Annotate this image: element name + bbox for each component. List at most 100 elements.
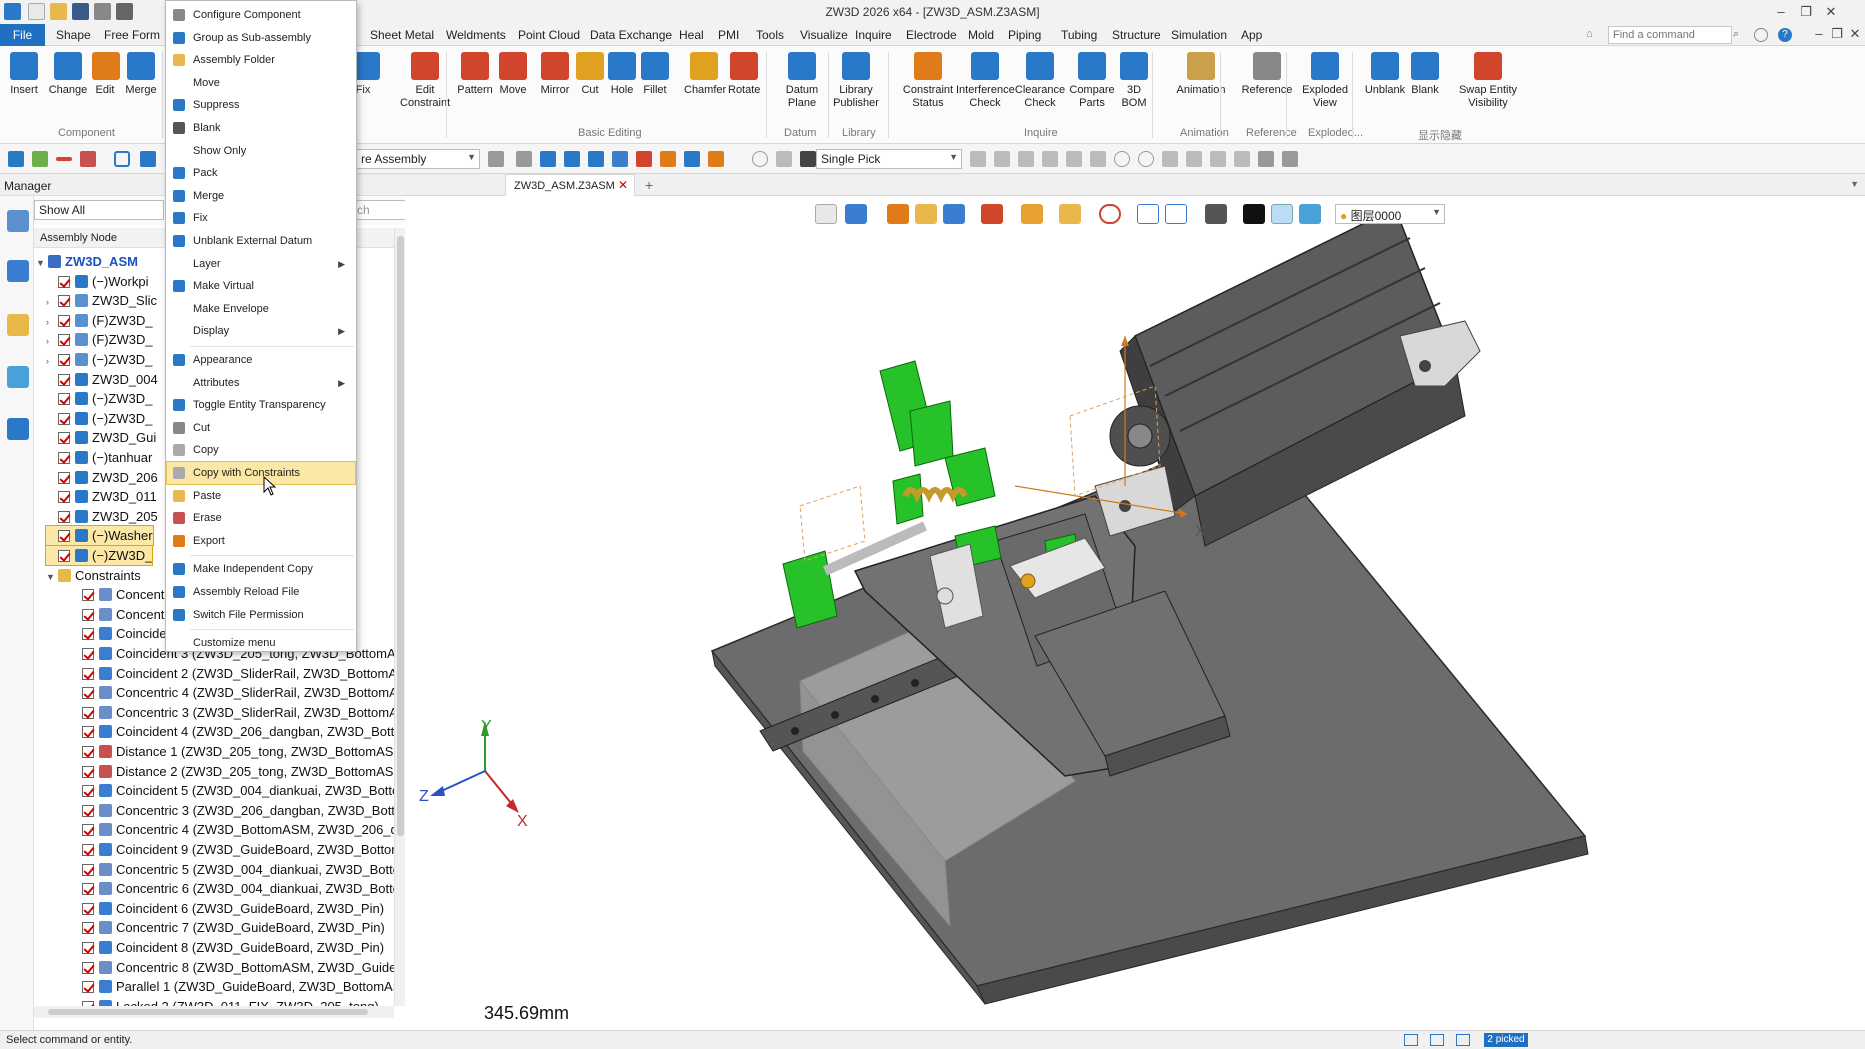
pick-spline-icon[interactable] [1162, 151, 1178, 167]
pick-wave-icon[interactable] [1186, 151, 1202, 167]
menu-item-assembly-folder[interactable]: Assembly Folder [167, 49, 355, 71]
tree-row[interactable]: (−)Washer [45, 525, 154, 547]
part-icon[interactable] [660, 151, 676, 167]
visibility-checkbox[interactable] [58, 471, 70, 484]
feature-icon[interactable] [636, 151, 652, 167]
status-list-icon[interactable] [1456, 1034, 1470, 1046]
menu-tab-mold[interactable]: Mold [968, 28, 994, 42]
visibility-checkbox[interactable] [82, 589, 94, 602]
tree-row[interactable]: Coincident 5 (ZW3D_004_diankuai, ZW3D_Bo… [82, 781, 394, 800]
remove-icon[interactable] [56, 157, 72, 161]
visibility-checkbox[interactable] [58, 452, 70, 464]
visibility-checkbox[interactable] [82, 628, 94, 641]
layer-combo[interactable]: ● 图层0000 ▼ [1335, 204, 1445, 224]
visibility-checkbox[interactable] [58, 393, 70, 406]
visibility-checkbox[interactable] [58, 314, 70, 327]
menu-item-suppress[interactable]: Suppress [167, 94, 355, 116]
display-mode-icon[interactable] [1021, 204, 1043, 224]
menu-tab-weldments[interactable]: Weldments [446, 28, 506, 42]
menu-item-copy[interactable]: Copy [167, 439, 355, 461]
menu-item-merge[interactable]: Merge [167, 185, 355, 207]
stop-icon[interactable] [800, 151, 816, 167]
tab-zw3d-asm[interactable]: ZW3D_ASM.Z3ASM ✕ [505, 174, 635, 196]
section-view-icon[interactable] [981, 204, 1003, 224]
menu-item-blank[interactable]: Blank [167, 117, 355, 139]
tree-root-node[interactable]: ▼ ZW3D_ASM [36, 252, 138, 271]
menu-tab-free-form[interactable]: Free Form [104, 28, 160, 42]
home-icon[interactable]: ⌂ [1586, 28, 1600, 42]
tree-row[interactable]: (−)Workpi [46, 272, 148, 291]
tree-row[interactable]: Parallel 1 (ZW3D_GuideBoard, ZW3D_Bottom… [82, 977, 394, 996]
pick-point-icon[interactable] [970, 151, 986, 167]
menu-tab-electrode[interactable]: Electrode [906, 28, 957, 42]
show-filter-combo[interactable]: Show All [34, 200, 164, 220]
cut-button[interactable]: Cut [576, 52, 604, 97]
menu-item-appearance[interactable]: Appearance [167, 349, 355, 371]
insert-button[interactable]: Insert [8, 52, 40, 97]
visibility-checkbox[interactable] [82, 726, 94, 739]
standard-views-icon[interactable] [943, 204, 965, 224]
box-select-icon[interactable] [80, 151, 96, 167]
chart-icon[interactable] [140, 151, 156, 167]
visibility-checkbox[interactable] [58, 432, 70, 445]
measure-icon[interactable] [1165, 204, 1187, 224]
background-icon[interactable] [1205, 204, 1227, 224]
search-icon[interactable]: ⌕ [1733, 28, 1747, 42]
menu-item-erase[interactable]: Erase [167, 507, 355, 529]
expand-toggle-icon[interactable]: ▼ [36, 254, 48, 273]
visibility-checkbox[interactable] [82, 883, 94, 896]
visibility-checkbox[interactable] [58, 275, 70, 288]
assembly-manager-icon[interactable] [7, 210, 29, 232]
select-icon[interactable] [8, 151, 24, 167]
visibility-checkbox[interactable] [82, 765, 94, 778]
tree-row[interactable]: Distance 1 (ZW3D_205_tong, ZW3D_BottomAS… [82, 742, 394, 761]
tree-row[interactable]: Distance 2 (ZW3D_205_tong, ZW3D_BottomAS… [82, 762, 394, 781]
chevron-down-icon[interactable]: ▼ [1850, 179, 1859, 189]
library-publisher-button[interactable]: Library Publisher [832, 52, 880, 110]
filter-combo[interactable]: re Assembly ▼ [356, 149, 480, 169]
menu-tab-pmi[interactable]: PMI [718, 28, 739, 42]
menu-item-export[interactable]: Export [167, 530, 355, 552]
restore-icon[interactable]: ❐ [1795, 2, 1817, 22]
menu-item-group-as-sub-assembly[interactable]: Group as Sub-assembly [167, 27, 355, 49]
align-icon[interactable] [516, 151, 532, 167]
tree-row[interactable]: Coincident 6 (ZW3D_GuideBoard, ZW3D_Pin) [82, 899, 384, 918]
menu-item-make-envelope[interactable]: Make Envelope [167, 298, 355, 320]
visibility-checkbox[interactable] [58, 510, 70, 523]
scroll-thumb[interactable] [48, 1009, 368, 1015]
tree-row[interactable]: ZW3D_Gui [46, 428, 156, 447]
tree-row[interactable]: Coincident 4 (ZW3D_206_dangban, ZW3D_Bot… [82, 722, 394, 741]
menu-item-switch-file-permission[interactable]: Switch File Permission [167, 604, 355, 626]
menu-item-layer[interactable]: Layer ▶ [167, 253, 355, 275]
scroll-thumb[interactable] [397, 236, 404, 836]
menu-item-attributes[interactable]: Attributes ▶ [167, 372, 355, 394]
visibility-checkbox[interactable] [82, 863, 94, 876]
tree-row[interactable]: (−)ZW3D_ [44, 545, 154, 566]
visibility-checkbox[interactable] [58, 530, 70, 543]
distribute-icon[interactable] [540, 151, 556, 167]
help-icon[interactable]: ? [1778, 28, 1792, 42]
menu-item-move[interactable]: Move [167, 72, 355, 94]
status-screen-icon[interactable] [1430, 1034, 1444, 1046]
pick-vertex-icon[interactable] [1234, 151, 1250, 167]
pattern-button[interactable]: Pattern [456, 52, 494, 97]
tree-row[interactable]: Concent [82, 605, 164, 624]
menu-item-make-independent-copy[interactable]: Make Independent Copy [167, 558, 355, 580]
pick-curve-icon[interactable] [1090, 151, 1106, 167]
edit-button[interactable]: Edit [92, 52, 120, 97]
tree-row[interactable]: (−)ZW3D_ [46, 409, 152, 428]
user-manager-icon[interactable] [7, 418, 29, 440]
constraint-status-button[interactable]: Constraint Status [902, 52, 954, 110]
tree-row[interactable]: Concentric 3 (ZW3D_206_dangban, ZW3D_Bot… [82, 801, 394, 820]
blank-button[interactable]: Blank [1408, 52, 1442, 97]
pick-circle-icon[interactable] [1138, 151, 1154, 167]
visibility-checkbox[interactable] [58, 491, 70, 504]
zoom-window-icon[interactable] [1137, 204, 1159, 224]
tree-row[interactable]: Coincident 8 (ZW3D_GuideBoard, ZW3D_Pin) [82, 938, 384, 957]
add-icon[interactable] [32, 151, 48, 167]
tree-row[interactable]: (−)ZW3D_ [46, 389, 152, 408]
visibility-checkbox[interactable] [82, 648, 94, 660]
visibility-checkbox[interactable] [58, 334, 70, 347]
menu-tab-sheet-metal[interactable]: Sheet Metal [370, 28, 434, 42]
menu-tab-app[interactable]: App [1241, 28, 1262, 42]
